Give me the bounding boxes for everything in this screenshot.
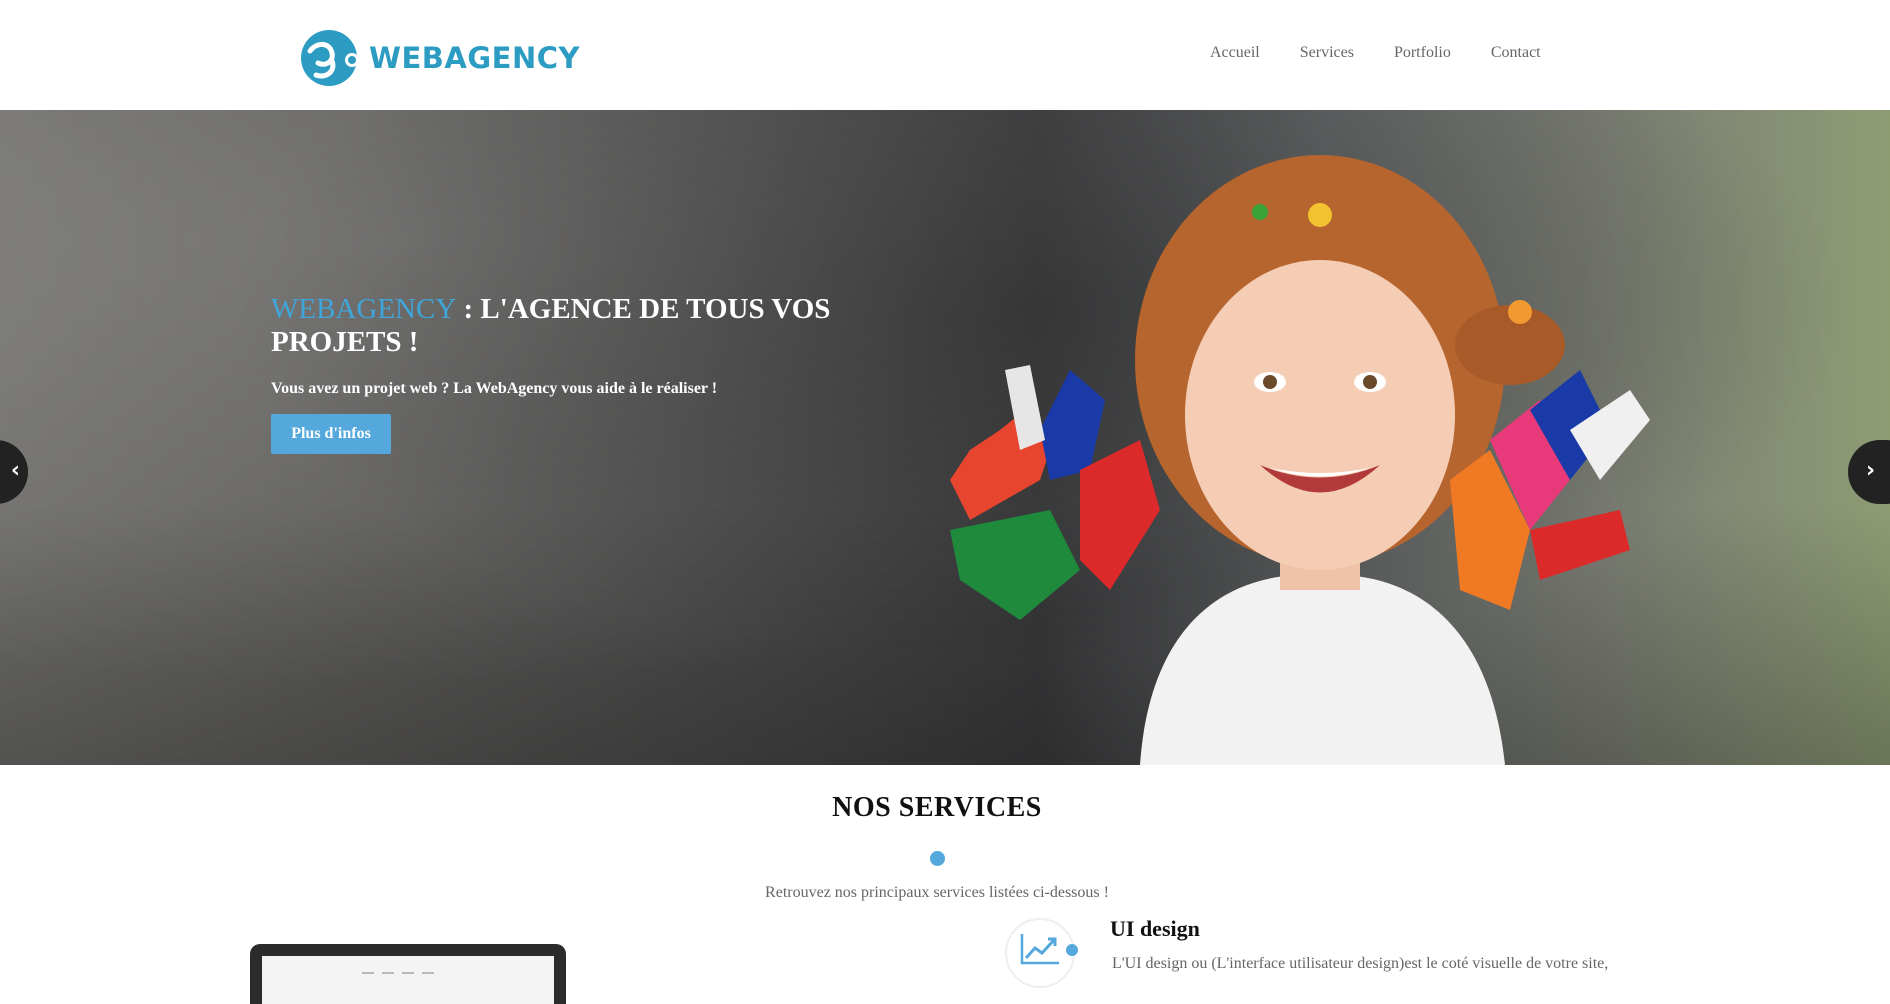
nav-contact[interactable]: Contact [1491,44,1541,62]
service-icon-circle [1005,918,1075,988]
main-nav: Accueil Services Portfolio Contact [1210,44,1581,62]
nav-services[interactable]: Services [1300,44,1354,62]
logo-text: WEBAGENCY [369,41,581,75]
laptop-image [250,944,566,1004]
site-header: WEBAGENCY Accueil Services Portfolio Con… [0,0,1890,110]
laptop-screen [262,956,554,1004]
logo-icon [301,30,359,86]
hero-title-accent: WEBAGENCY [271,293,457,325]
more-info-button[interactable]: Plus d'infos [271,414,391,454]
service-description: L'UI design ou (L'interface utilisateur … [1112,955,1609,972]
hero-image [950,155,1650,765]
chart-trend-icon [1020,934,1059,965]
services-title: NOS SERVICES [832,792,1042,823]
hero-subtitle: Vous avez un projet web ? La WebAgency v… [271,380,718,397]
service-title: UI design [1110,916,1200,941]
nav-accueil[interactable]: Accueil [1210,44,1260,62]
hero-slider: WEBAGENCY : L'AGENCE DE TOUS VOS PROJETS… [0,110,1890,765]
chevron-left-icon: ‹ [10,458,20,483]
service-icon-dot [1066,944,1078,956]
section-divider-dot [930,851,945,866]
site-logo[interactable]: WEBAGENCY [300,28,580,88]
services-intro: Retrouvez nos principaux services listée… [765,884,1109,901]
nav-portfolio[interactable]: Portfolio [1394,44,1451,62]
chevron-right-icon: › [1866,458,1876,483]
hero-title: WEBAGENCY : L'AGENCE DE TOUS VOS PROJETS… [271,293,831,359]
